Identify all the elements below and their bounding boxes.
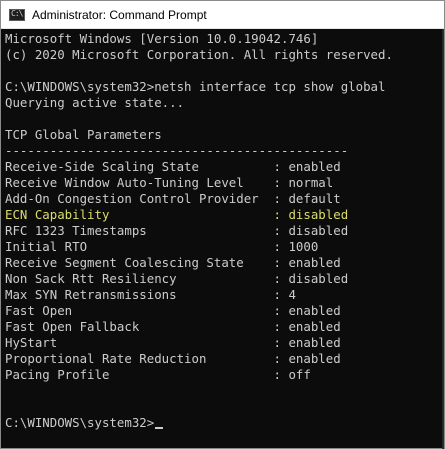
command-prompt-window: C:\ Administrator: Command Prompt Micros… xyxy=(0,0,445,449)
section-title: TCP Global Parameters xyxy=(5,127,162,142)
command-line: C:\WINDOWS\system32>netsh interface tcp … xyxy=(5,79,386,94)
text-cursor xyxy=(155,427,164,429)
parameter-line: Max SYN Retransmissions : 4 xyxy=(5,287,296,302)
parameter-line: Pacing Profile : off xyxy=(5,367,311,382)
window-right-edge xyxy=(442,29,444,449)
prompt-text: C:\WINDOWS\system32> xyxy=(5,415,155,430)
parameter-line: Receive Segment Coalescing State : enabl… xyxy=(5,255,341,270)
title-bar[interactable]: C:\ Administrator: Command Prompt xyxy=(1,1,444,29)
prompt-line[interactable]: C:\WINDOWS\system32> xyxy=(5,415,444,431)
parameter-line: Receive-Side Scaling State : enabled xyxy=(5,159,341,174)
cmd-icon-glyph: C:\ xyxy=(11,8,23,18)
parameter-line-ecn-capability: ECN Capability : disabled xyxy=(5,207,349,222)
parameter-line: Fast Open : enabled xyxy=(5,303,341,318)
console-line: Microsoft Windows [Version 10.0.19042.74… xyxy=(5,31,319,46)
parameter-line: RFC 1323 Timestamps : disabled xyxy=(5,223,349,238)
console-output[interactable]: Microsoft Windows [Version 10.0.19042.74… xyxy=(1,29,444,449)
cmd-icon[interactable]: C:\ xyxy=(9,8,25,21)
separator-line: ----------------------------------------… xyxy=(5,143,349,158)
parameter-line: HyStart : enabled xyxy=(5,335,341,350)
parameter-line: Receive Window Auto-Tuning Level : norma… xyxy=(5,175,334,190)
parameter-line: Non Sack Rtt Resiliency : disabled xyxy=(5,271,349,286)
parameter-line: Add-On Congestion Control Provider : def… xyxy=(5,191,341,206)
parameter-line: Initial RTO : 1000 xyxy=(5,239,319,254)
window-title: Administrator: Command Prompt xyxy=(32,7,207,22)
parameter-line: Proportional Rate Reduction : enabled xyxy=(5,351,341,366)
status-line: Querying active state... xyxy=(5,95,185,110)
parameter-line: Fast Open Fallback : enabled xyxy=(5,319,341,334)
console-line: (c) 2020 Microsoft Corporation. All righ… xyxy=(5,47,393,62)
